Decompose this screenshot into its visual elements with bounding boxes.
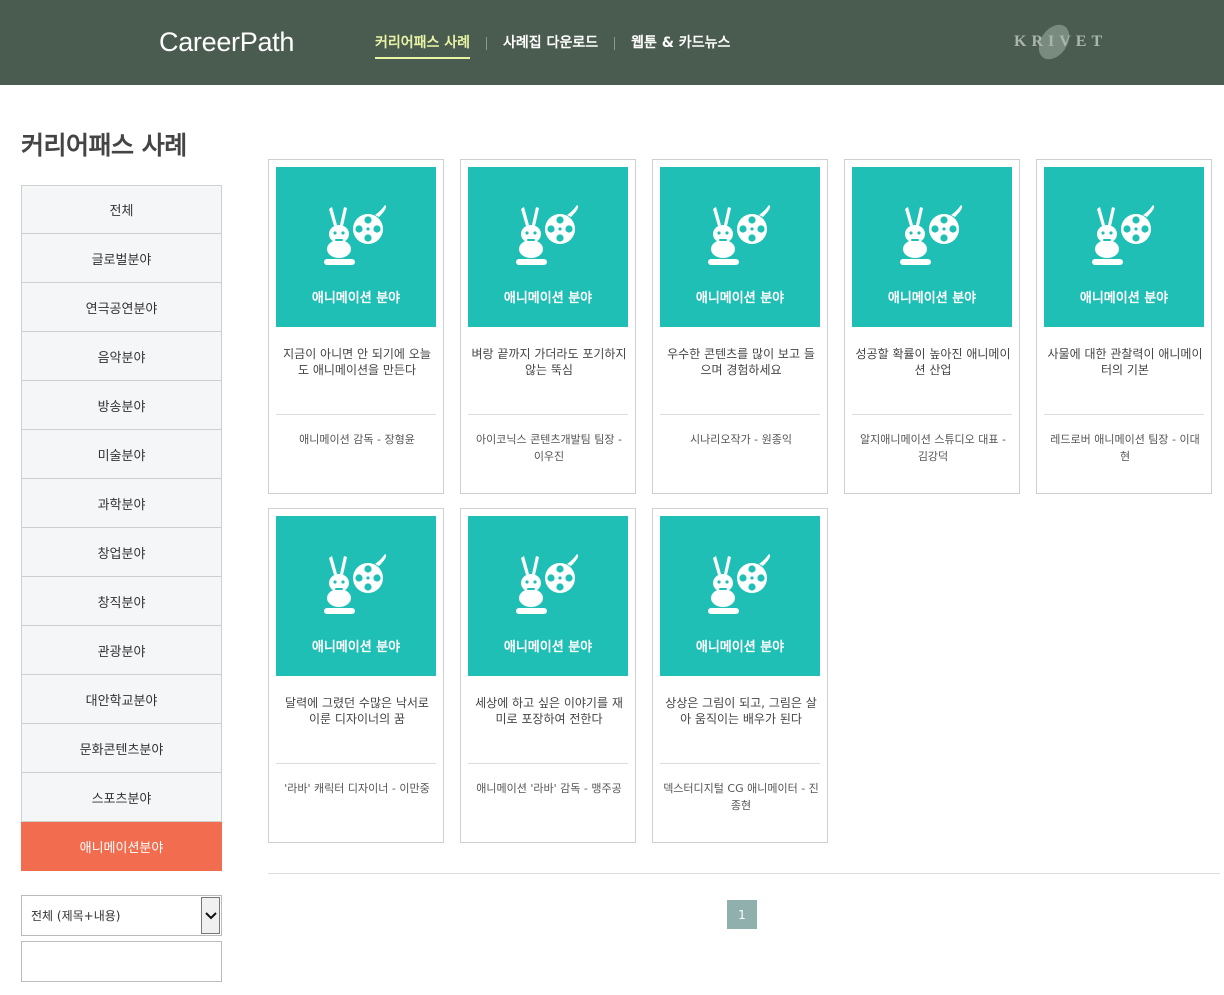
card-author: 알지애니메이션 스튜디오 대표 - 김강덕 xyxy=(859,433,1007,463)
sidebar-item-global[interactable]: 글로벌분야 xyxy=(21,234,222,283)
sidebar-item-sports[interactable]: 스포츠분야 xyxy=(21,773,222,822)
card-title[interactable]: 성공할 확률이 높아진 애니메이션 산업 xyxy=(855,346,1011,378)
case-card[interactable]: 애니메이션 분야 상상은 그림이 되고, 그림은 살아 움직이는 배우가 된다 … xyxy=(652,508,828,843)
card-divider xyxy=(276,414,436,415)
card-divider xyxy=(468,414,628,415)
sidebar-item-job-creation[interactable]: 창직분야 xyxy=(21,577,222,626)
case-card[interactable]: 애니메이션 분야 벼랑 끝까지 가더라도 포기하지 않는 뚝심 아이코닉스 콘텐… xyxy=(460,159,636,494)
krivet-logo[interactable]: KRIVET xyxy=(1008,22,1102,62)
chevron-down-icon[interactable] xyxy=(201,897,220,934)
card-author: 시나리오작가 - 원종익 xyxy=(689,433,793,446)
sidebar-item-animation[interactable]: 애니메이션분야 xyxy=(21,822,222,871)
nav-item-webtoon-cardnews[interactable]: 웹툰 & 카드뉴스 xyxy=(631,34,730,52)
card-category-label: 애니메이션 분야 xyxy=(311,291,401,306)
card-thumbnail[interactable]: 애니메이션 분야 xyxy=(660,516,820,676)
sidebar-item-culture-content[interactable]: 문화콘텐츠분야 xyxy=(21,724,222,773)
card-thumbnail[interactable]: 애니메이션 분야 xyxy=(1044,167,1204,327)
search-scope-select[interactable]: 전체 (제목+내용) xyxy=(21,895,222,936)
nav-item-casebook-download[interactable]: 사례집 다운로드 xyxy=(503,34,598,52)
card-category-label: 애니메이션 분야 xyxy=(1079,291,1169,306)
rabbit-film-reel-icon xyxy=(516,205,579,265)
card-author: 아이코닉스 콘텐츠개발팀 팀장 - 이우진 xyxy=(475,433,623,463)
card-category-label: 애니메이션 분야 xyxy=(887,291,977,306)
case-card[interactable]: 애니메이션 분야 우수한 콘텐츠를 많이 보고 들으며 경험하세요 시나리오작가… xyxy=(652,159,828,494)
category-sidebar: 전체 글로벌분야 연극공연분야 음악분야 방송분야 미술분야 과학분야 창업분야… xyxy=(21,185,222,871)
case-card[interactable]: 애니메이션 분야 지금이 아니면 안 되기에 오늘도 애니메이션을 만든다 애니… xyxy=(268,159,444,494)
card-thumbnail[interactable]: 애니메이션 분야 xyxy=(852,167,1012,327)
case-card[interactable]: 애니메이션 분야 성공할 확률이 높아진 애니메이션 산업 알지애니메이션 스튜… xyxy=(844,159,1020,494)
card-author: 덱스터디지털 CG 애니메이터 - 진종현 xyxy=(663,782,819,812)
rabbit-film-reel-icon xyxy=(324,554,387,614)
card-title[interactable]: 상상은 그림이 되고, 그림은 살아 움직이는 배우가 된다 xyxy=(663,695,819,727)
nav-item-careerpath-cases[interactable]: 커리어패스 사례 xyxy=(375,34,471,59)
card-title[interactable]: 달력에 그렸던 수많은 낙서로 이룬 디자이너의 꿈 xyxy=(279,695,435,727)
card-author: 레드로버 애니메이션 팀장 - 이대현 xyxy=(1050,433,1200,463)
page-title: 커리어패스 사례 xyxy=(21,131,187,160)
search-input[interactable] xyxy=(21,941,222,982)
card-thumbnail[interactable]: 애니메이션 분야 xyxy=(276,516,436,676)
card-thumbnail[interactable]: 애니메이션 분야 xyxy=(468,516,628,676)
sidebar-item-broadcast[interactable]: 방송분야 xyxy=(21,381,222,430)
card-title[interactable]: 우수한 콘텐츠를 많이 보고 들으며 경험하세요 xyxy=(663,346,819,378)
content-divider xyxy=(268,873,1220,874)
search-scope-value: 전체 (제목+내용) xyxy=(31,909,121,923)
sidebar-item-music[interactable]: 음악분야 xyxy=(21,332,222,381)
rabbit-film-reel-icon xyxy=(900,205,963,265)
krivet-logo-text: KRIVET xyxy=(1014,33,1108,50)
case-card[interactable]: 애니메이션 분야 세상에 하고 싶은 이야기를 재미로 포장하여 전한다 애니메… xyxy=(460,508,636,843)
card-thumbnail[interactable]: 애니메이션 분야 xyxy=(660,167,820,327)
nav-separator xyxy=(614,36,616,50)
card-divider xyxy=(276,763,436,764)
rabbit-film-reel-icon xyxy=(708,205,771,265)
case-card[interactable]: 애니메이션 분야 사물에 대한 관찰력이 애니메이터의 기본 레드로버 애니메이… xyxy=(1036,159,1212,494)
case-card[interactable]: 애니메이션 분야 달력에 그렸던 수많은 낙서로 이룬 디자이너의 꿈 '라바'… xyxy=(268,508,444,843)
main-nav: 커리어패스 사례 사례집 다운로드 웹툰 & 카드뉴스 xyxy=(375,33,730,59)
card-author: '라바' 캐릭터 디자이너 - 이만중 xyxy=(284,782,430,795)
card-title[interactable]: 세상에 하고 싶은 이야기를 재미로 포장하여 전한다 xyxy=(471,695,627,727)
card-title[interactable]: 지금이 아니면 안 되기에 오늘도 애니메이션을 만든다 xyxy=(279,346,435,378)
card-category-label: 애니메이션 분야 xyxy=(695,291,785,306)
rabbit-film-reel-icon xyxy=(708,554,771,614)
card-divider xyxy=(468,763,628,764)
card-thumbnail[interactable]: 애니메이션 분야 xyxy=(468,167,628,327)
card-category-label: 애니메이션 분야 xyxy=(311,640,401,655)
card-title[interactable]: 사물에 대한 관찰력이 애니메이터의 기본 xyxy=(1047,346,1203,378)
card-author: 애니메이션 감독 - 장형윤 xyxy=(299,433,415,446)
nav-separator xyxy=(486,36,488,50)
sidebar-item-startup[interactable]: 창업분야 xyxy=(21,528,222,577)
pagination-page-1[interactable]: 1 xyxy=(727,900,757,929)
sidebar-item-alternative-school[interactable]: 대안학교분야 xyxy=(21,675,222,724)
site-logo[interactable]: CareerPath xyxy=(159,27,294,58)
sidebar-item-tourism[interactable]: 관광분야 xyxy=(21,626,222,675)
card-divider xyxy=(852,414,1012,415)
sidebar-item-art[interactable]: 미술분야 xyxy=(21,430,222,479)
card-category-label: 애니메이션 분야 xyxy=(503,640,593,655)
card-category-label: 애니메이션 분야 xyxy=(695,640,785,655)
card-divider xyxy=(1044,414,1204,415)
card-author: 애니메이션 '라바' 감독 - 맹주공 xyxy=(476,782,622,795)
sidebar-item-science[interactable]: 과학분야 xyxy=(21,479,222,528)
card-category-label: 애니메이션 분야 xyxy=(503,291,593,306)
rabbit-film-reel-icon xyxy=(516,554,579,614)
card-divider xyxy=(660,763,820,764)
rabbit-film-reel-icon xyxy=(324,205,387,265)
card-thumbnail[interactable]: 애니메이션 분야 xyxy=(276,167,436,327)
sidebar-item-theater[interactable]: 연극공연분야 xyxy=(21,283,222,332)
sidebar-item-all[interactable]: 전체 xyxy=(21,185,222,234)
site-header: CareerPath 커리어패스 사례 사례집 다운로드 웹툰 & 카드뉴스 K… xyxy=(0,0,1224,85)
card-title[interactable]: 벼랑 끝까지 가더라도 포기하지 않는 뚝심 xyxy=(471,346,627,378)
card-divider xyxy=(660,414,820,415)
rabbit-film-reel-icon xyxy=(1092,205,1155,265)
